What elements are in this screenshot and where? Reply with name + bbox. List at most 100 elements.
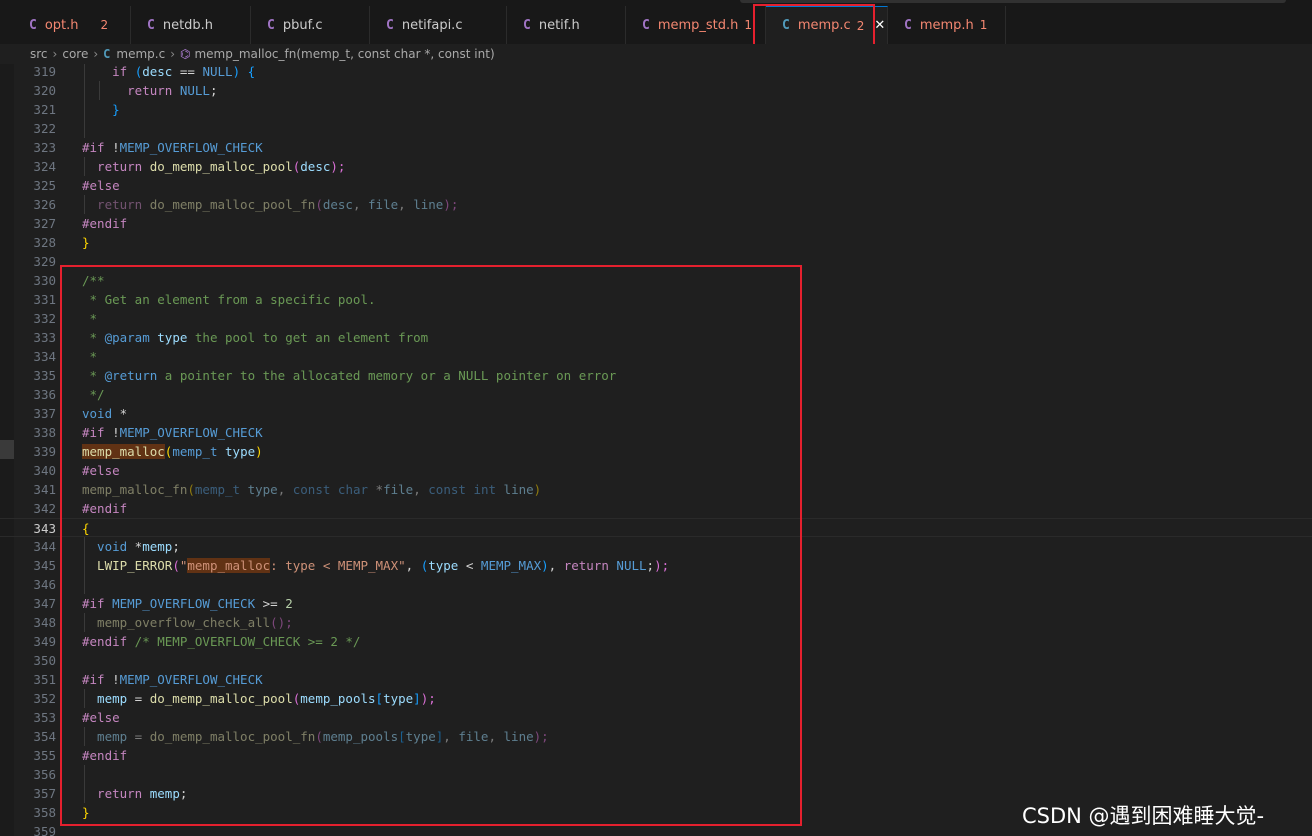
line-number: 330 <box>33 273 56 288</box>
code-line[interactable]: 333 * @param type the pool to get an ele… <box>0 328 1312 347</box>
tab-opt-h[interactable]: Copt.h 2 <box>13 6 131 44</box>
code-token: file <box>368 197 399 212</box>
tab-pbuf-c[interactable]: Cpbuf.c <box>251 6 370 44</box>
code-line[interactable]: 321 } <box>0 100 1312 119</box>
code-line[interactable]: 329 <box>0 252 1312 271</box>
code-token: , <box>405 558 421 573</box>
code-line[interactable]: 354 memp = do_memp_malloc_pool_fn(memp_p… <box>0 727 1312 746</box>
symbol-method-icon: ⌬ <box>180 47 191 61</box>
line-number: 336 <box>33 387 56 402</box>
code-token: #endif <box>82 501 128 516</box>
code-line[interactable]: 323 #if !MEMP_OVERFLOW_CHECK <box>0 138 1312 157</box>
line-number: 328 <box>33 235 56 250</box>
code-line[interactable]: 347 #if MEMP_OVERFLOW_CHECK >= 2 <box>0 594 1312 613</box>
code-token: return <box>82 197 143 212</box>
code-editor[interactable]: 319 if (desc == NULL) {320 return NULL; 3… <box>0 64 1312 836</box>
code-token: * <box>82 311 98 326</box>
code-line[interactable]: 339 memp_malloc(memp_t type) <box>0 442 1312 461</box>
line-number: 349 <box>33 634 56 649</box>
code-line[interactable]: 353 #else <box>0 708 1312 727</box>
code-line[interactable]: 332 * <box>0 309 1312 328</box>
code-line[interactable]: 342 #endif <box>0 499 1312 518</box>
chevron-right-icon: › <box>170 47 175 61</box>
breadcrumb-item-src[interactable]: src <box>30 47 48 61</box>
code-token: >= <box>255 596 286 611</box>
code-line[interactable]: 325 #else <box>0 176 1312 195</box>
line-number: 347 <box>33 596 56 611</box>
code-line[interactable]: 330 /** <box>0 271 1312 290</box>
code-token: NULL <box>202 64 233 79</box>
code-line[interactable]: 337 void * <box>0 404 1312 423</box>
code-text: #else <box>82 176 120 195</box>
tab-label: memp.c <box>797 18 851 33</box>
line-number: 327 <box>33 216 56 231</box>
code-token: @param <box>104 330 150 345</box>
code-line[interactable]: 343 { <box>0 518 1312 537</box>
code-token: int <box>473 482 497 497</box>
title-bar-search-strip[interactable] <box>740 0 1286 3</box>
code-token: #if <box>82 596 105 611</box>
code-line[interactable]: 351 #if !MEMP_OVERFLOW_CHECK <box>0 670 1312 689</box>
code-line[interactable]: 322 <box>0 119 1312 138</box>
code-token: memp_t <box>172 444 218 459</box>
breadcrumb-item-file[interactable]: memp.c <box>116 47 165 61</box>
code-token: ) <box>541 558 549 573</box>
code-line[interactable]: 338 #if !MEMP_OVERFLOW_CHECK <box>0 423 1312 442</box>
code-token: return <box>82 159 143 174</box>
breadcrumb-item-core[interactable]: core <box>62 47 88 61</box>
tab-memp-std-h[interactable]: Cmemp_std.h 1 <box>626 6 766 44</box>
code-token: NULL <box>179 83 210 98</box>
line-number: 357 <box>33 786 56 801</box>
tab-netdb-h[interactable]: Cnetdb.h <box>131 6 251 44</box>
c-file-icon: C <box>267 17 275 33</box>
code-token: ); <box>330 159 346 174</box>
code-line[interactable]: 350 <box>0 651 1312 670</box>
code-line[interactable]: 346 <box>0 575 1312 594</box>
code-line[interactable]: 348 memp_overflow_check_all(); <box>0 613 1312 632</box>
code-text: } <box>82 100 120 119</box>
code-line[interactable]: 319 if (desc == NULL) { <box>0 64 1312 81</box>
breadcrumb-item-symbol[interactable]: memp_malloc_fn(memp_t, const char *, con… <box>194 47 494 61</box>
code-token: { <box>247 64 256 79</box>
code-line[interactable]: 324 return do_memp_malloc_pool(desc); <box>0 157 1312 176</box>
code-token: ); <box>654 558 670 573</box>
code-line[interactable]: 327 #endif <box>0 214 1312 233</box>
code-line[interactable]: 345 LWIP_ERROR("memp_malloc: type < MEMP… <box>0 556 1312 575</box>
code-line[interactable]: 331 * Get an element from a specific poo… <box>0 290 1312 309</box>
code-text: #if !MEMP_OVERFLOW_CHECK <box>82 670 263 689</box>
code-text: return do_memp_malloc_pool_fn(desc, file… <box>82 195 458 214</box>
tab-memp-h[interactable]: Cmemp.h 1 <box>888 6 1006 44</box>
code-line[interactable]: 326 return do_memp_malloc_pool_fn(desc, … <box>0 195 1312 214</box>
code-text: LWIP_ERROR("memp_malloc: type < MEMP_MAX… <box>82 556 669 575</box>
code-line[interactable]: 356 <box>0 765 1312 784</box>
code-line[interactable]: 355 #endif <box>0 746 1312 765</box>
code-line[interactable]: 352 memp = do_memp_malloc_pool(memp_pool… <box>0 689 1312 708</box>
code-line[interactable]: 341 memp_malloc_fn(memp_t type, const cha… <box>0 480 1312 499</box>
c-file-icon: C <box>386 17 394 33</box>
code-line[interactable]: 336 */ <box>0 385 1312 404</box>
code-line[interactable]: 349 #endif /* MEMP_OVERFLOW_CHECK >= 2 */ <box>0 632 1312 651</box>
code-line[interactable]: 334 * <box>0 347 1312 366</box>
code-line[interactable]: 320 return NULL; <box>0 81 1312 100</box>
tab-memp-c[interactable]: Cmemp.c 2 ✕ <box>766 6 888 44</box>
code-line[interactable]: 344 void *memp; <box>0 537 1312 556</box>
code-token: type <box>225 444 256 459</box>
line-number: 345 <box>33 558 56 573</box>
tab-netifapi-c[interactable]: Cnetifapi.c <box>370 6 507 44</box>
close-icon[interactable]: ✕ <box>874 18 885 33</box>
code-token: do_memp_malloc_pool <box>149 691 293 706</box>
code-line[interactable]: 335 * @return a pointer to the allocated… <box>0 366 1312 385</box>
code-token: type <box>247 482 278 497</box>
code-token: memp <box>142 539 173 554</box>
code-line[interactable]: 340 #else <box>0 461 1312 480</box>
code-text: #else <box>82 708 120 727</box>
code-token: } <box>82 805 90 820</box>
tab-netif-h[interactable]: Cnetif.h <box>507 6 626 44</box>
code-token: == <box>172 64 203 79</box>
line-number: 325 <box>33 178 56 193</box>
line-number: 353 <box>33 710 56 725</box>
code-line[interactable]: 328} <box>0 233 1312 252</box>
line-number: 320 <box>33 83 56 98</box>
chevron-right-icon: › <box>93 47 99 61</box>
c-file-icon: C <box>103 47 111 61</box>
